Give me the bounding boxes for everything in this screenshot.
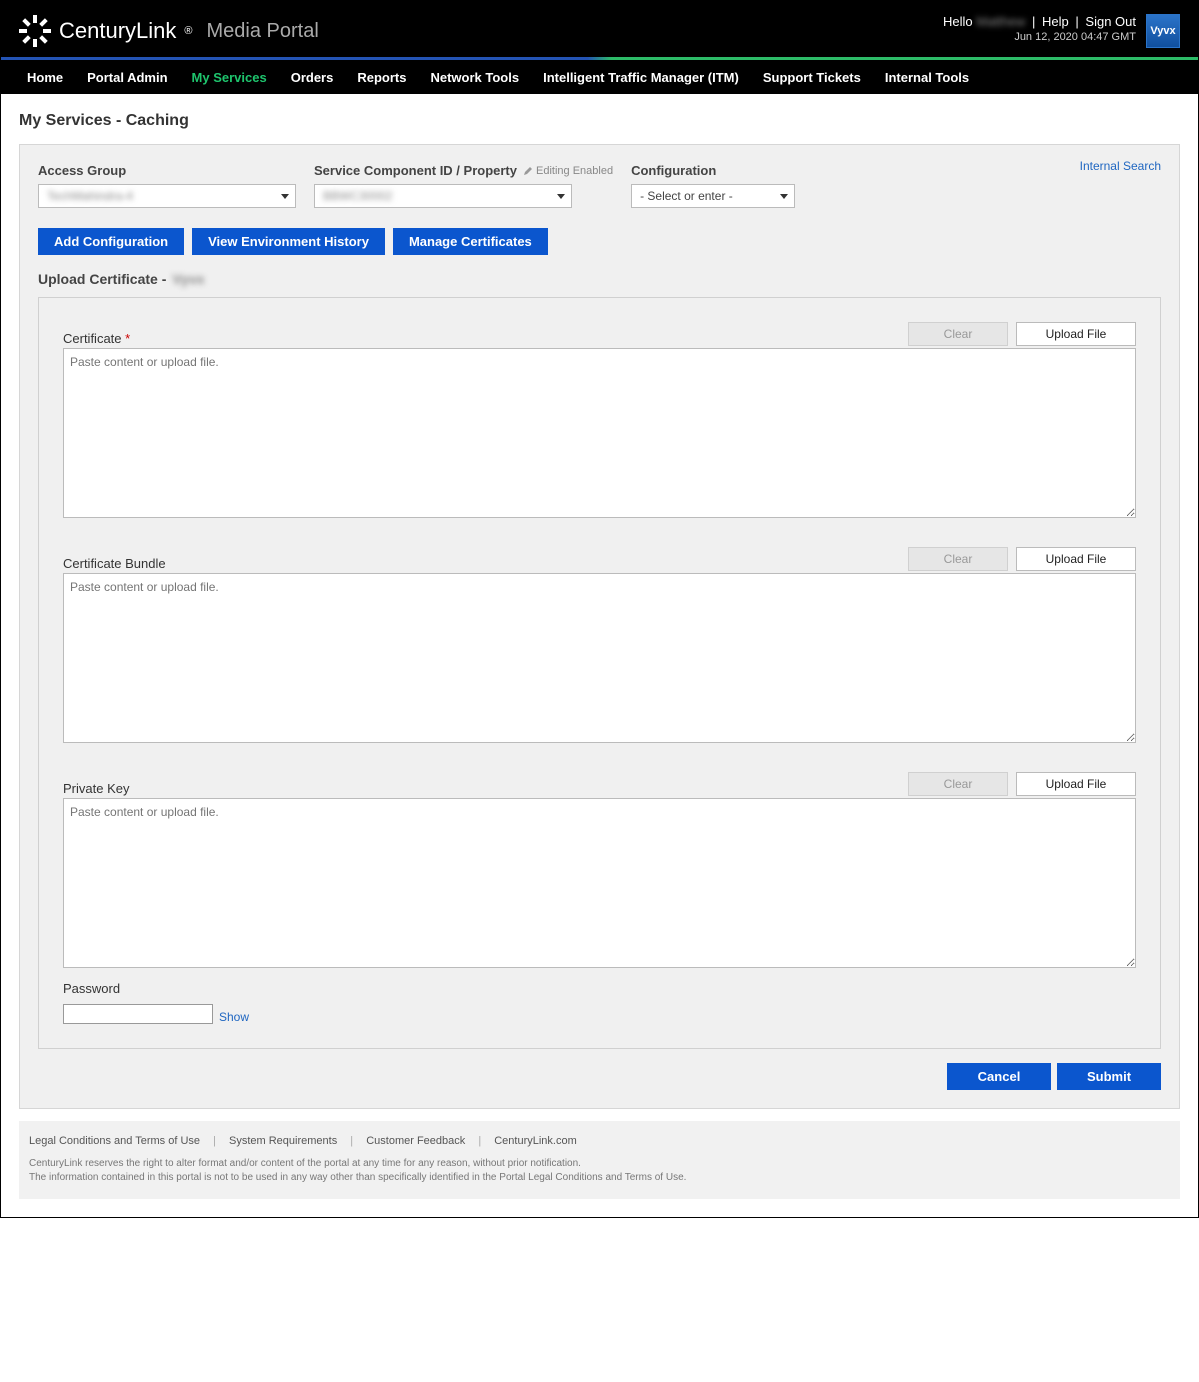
- footer-link-cl[interactable]: CenturyLink.com: [494, 1135, 577, 1147]
- upload-cert-title-prefix: Upload Certificate -: [38, 271, 166, 287]
- submit-button[interactable]: Submit: [1057, 1063, 1161, 1090]
- nav-itm[interactable]: Intelligent Traffic Manager (ITM): [531, 70, 751, 85]
- nav-portal-admin[interactable]: Portal Admin: [75, 70, 179, 85]
- username: Matthew: [976, 14, 1025, 29]
- private-key-label: Private Key: [63, 781, 129, 796]
- bundle-upload-button[interactable]: Upload File: [1016, 547, 1136, 571]
- certificate-textarea[interactable]: [63, 348, 1136, 518]
- bundle-label: Certificate Bundle: [63, 556, 166, 571]
- configuration-label: Configuration: [631, 163, 795, 178]
- chevron-down-icon: [557, 194, 565, 199]
- bundle-textarea[interactable]: [63, 573, 1136, 743]
- centurylink-logo-icon: [19, 15, 51, 47]
- filter-panel: Internal Search Access Group TechMahindr…: [19, 144, 1180, 1109]
- sign-out-link[interactable]: Sign Out: [1085, 14, 1136, 29]
- chevron-down-icon: [281, 194, 289, 199]
- editing-enabled-label: Editing Enabled: [536, 165, 613, 177]
- footer-disclaimer-1: CenturyLink reserves the right to alter …: [29, 1157, 1170, 1171]
- password-label: Password: [63, 981, 1136, 996]
- footer-link-sysreq[interactable]: System Requirements: [229, 1135, 337, 1147]
- nav-my-services[interactable]: My Services: [180, 70, 279, 85]
- nav-orders[interactable]: Orders: [279, 70, 346, 85]
- vyvx-logo-icon: Vyvx: [1146, 14, 1180, 48]
- brand-sub: Media Portal: [207, 20, 319, 43]
- nav-reports[interactable]: Reports: [345, 70, 418, 85]
- bundle-clear-button[interactable]: Clear: [908, 547, 1008, 571]
- footer-disclaimer-2: The information contained in this portal…: [29, 1171, 1170, 1185]
- timestamp: Jun 12, 2020 04:47 GMT: [943, 31, 1136, 43]
- brand: CenturyLink® Media Portal: [19, 15, 319, 47]
- scid-select[interactable]: BBWC30002: [314, 184, 572, 208]
- scid-value: BBWC30002: [323, 189, 392, 203]
- configuration-value: - Select or enter -: [640, 189, 733, 203]
- pencil-icon: [523, 166, 533, 176]
- private-key-upload-button[interactable]: Upload File: [1016, 772, 1136, 796]
- footer: Legal Conditions and Terms of Use | Syst…: [19, 1121, 1180, 1199]
- chevron-down-icon: [780, 194, 788, 199]
- help-link[interactable]: Help: [1042, 14, 1069, 29]
- show-password-link[interactable]: Show: [219, 1010, 249, 1024]
- footer-link-legal[interactable]: Legal Conditions and Terms of Use: [29, 1135, 200, 1147]
- upload-cert-title-value: Vyvx: [172, 271, 204, 287]
- nav-bar: Home Portal Admin My Services Orders Rep…: [1, 60, 1198, 94]
- manage-certificates-button[interactable]: Manage Certificates: [393, 228, 548, 255]
- private-key-clear-button[interactable]: Clear: [908, 772, 1008, 796]
- nav-network-tools[interactable]: Network Tools: [418, 70, 531, 85]
- nav-internal-tools[interactable]: Internal Tools: [873, 70, 981, 85]
- add-configuration-button[interactable]: Add Configuration: [38, 228, 184, 255]
- access-group-value: TechMahindra-4: [47, 189, 133, 203]
- hello-label: Hello: [943, 14, 973, 29]
- configuration-select[interactable]: - Select or enter -: [631, 184, 795, 208]
- internal-search-link[interactable]: Internal Search: [1080, 159, 1161, 173]
- cancel-button[interactable]: Cancel: [947, 1063, 1051, 1090]
- page-title: My Services - Caching: [19, 112, 1180, 130]
- nav-home[interactable]: Home: [15, 70, 75, 85]
- brand-name: CenturyLink: [59, 18, 176, 44]
- certificate-clear-button[interactable]: Clear: [908, 322, 1008, 346]
- certificate-upload-button[interactable]: Upload File: [1016, 322, 1136, 346]
- upload-panel: Certificate * Clear Upload File Certific…: [38, 297, 1161, 1049]
- certificate-label: Certificate: [63, 331, 122, 346]
- view-environment-history-button[interactable]: View Environment History: [192, 228, 385, 255]
- password-input[interactable]: [63, 1004, 213, 1024]
- footer-link-feedback[interactable]: Customer Feedback: [366, 1135, 465, 1147]
- access-group-select[interactable]: TechMahindra-4: [38, 184, 296, 208]
- scid-label: Service Component ID / Property: [314, 163, 517, 178]
- private-key-textarea[interactable]: [63, 798, 1136, 968]
- access-group-label: Access Group: [38, 163, 296, 178]
- nav-support-tickets[interactable]: Support Tickets: [751, 70, 873, 85]
